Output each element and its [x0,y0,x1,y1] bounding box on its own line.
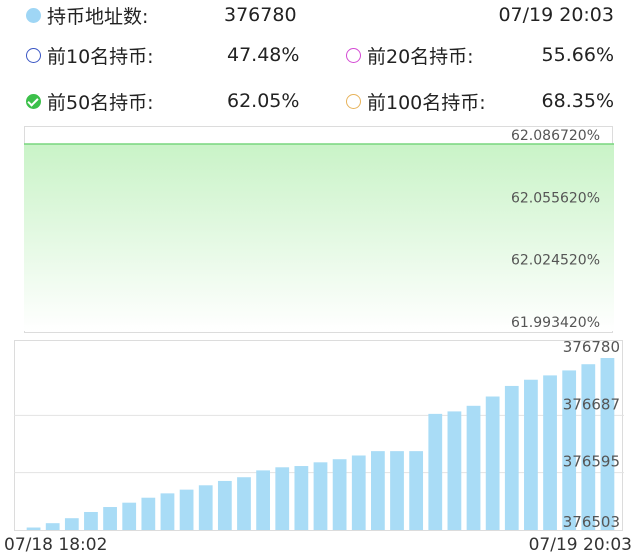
holders-bar [256,470,270,530]
holders-bar [179,489,194,530]
holders-label-group: 持币地址数: [26,0,148,32]
holders-bar [122,502,137,530]
top100-value: 68.35% [541,90,614,112]
holders-bar [45,523,60,530]
holders-bar [217,480,232,530]
top50-label: 前50名持币: [47,91,154,114]
holders-bar-chart: 376780 376687 376595 376503 [14,340,624,531]
green-check-icon [26,93,41,109]
top20-label: 前20名持币: [367,45,474,68]
holders-bar [543,375,557,530]
holders-bar [351,455,366,530]
top20-value: 55.66% [541,44,614,66]
x-axis-start-label: 07/18 18:02 [4,535,108,555]
holders-bar [600,358,615,530]
holders-bar [313,462,328,530]
holders-bar [275,467,290,530]
top10-label-group: 前10名持币: [26,38,154,72]
holders-bar [409,451,424,530]
holders-bar [390,451,404,530]
top100-label-group: 前100名持币: [346,84,486,118]
area-y-tick-label: 62.024520% [511,253,600,269]
holders-bar [371,451,385,530]
top20-label-group: 前20名持币: [346,38,474,72]
area-y-tick-label: 62.055620% [511,190,600,206]
update-timestamp: 07/19 20:03 [498,4,614,26]
x-axis-end-label: 07/19 20:03 [528,535,632,555]
blue-ring-icon [26,47,41,63]
top100-label: 前100名持币: [367,91,486,114]
area-y-tick-label: 62.086720% [511,128,600,144]
holders-bar [26,527,41,530]
holders-bar [485,396,500,530]
holders-bar [332,459,347,530]
holders-bar [103,507,117,530]
holders-bar [294,466,309,530]
filled-blue-dot-icon [26,7,41,23]
holders-value: 376780 [224,4,297,26]
holders-bar [141,497,156,530]
pink-ring-icon [346,47,361,63]
top50-label-group: 前50名持币: [26,84,154,118]
bar-y-tick-label: 376780 [563,340,620,356]
top50-share-area-chart: 62.086720% 62.055620% 62.024520% 61.993420% [24,126,614,333]
bar-y-tick-label: 376595 [563,453,620,471]
holders-bar [428,413,443,530]
holders-label: 持币地址数: [47,5,149,28]
holders-bar [84,511,98,530]
area-series-fill [24,144,614,331]
orange-ring-icon [346,93,361,109]
holders-bar [447,411,462,530]
stats-row-1: 前10名持币: 47.48% 前20名持币: 55.66% [0,38,640,72]
holders-bar [160,493,175,530]
holders-bar [237,477,251,530]
holders-bar [198,485,213,530]
area-y-tick-label: 61.993420% [511,315,600,331]
holders-bar [504,385,519,530]
top10-label: 前10名持币: [47,45,154,68]
holders-bar [581,364,596,530]
holders-bar [466,405,481,530]
holders-row: 持币地址数: 376780 07/19 20:03 [0,0,640,32]
holders-bar [64,518,79,530]
holders-bar [524,379,538,530]
top50-value: 62.05% [227,90,300,112]
top10-value: 47.48% [227,44,300,66]
stats-row-2: 前50名持币: 62.05% 前100名持币: 68.35% [0,84,640,118]
bar-y-tick-label: 376687 [563,395,620,413]
bar-y-tick-label: 376503 [563,513,620,531]
